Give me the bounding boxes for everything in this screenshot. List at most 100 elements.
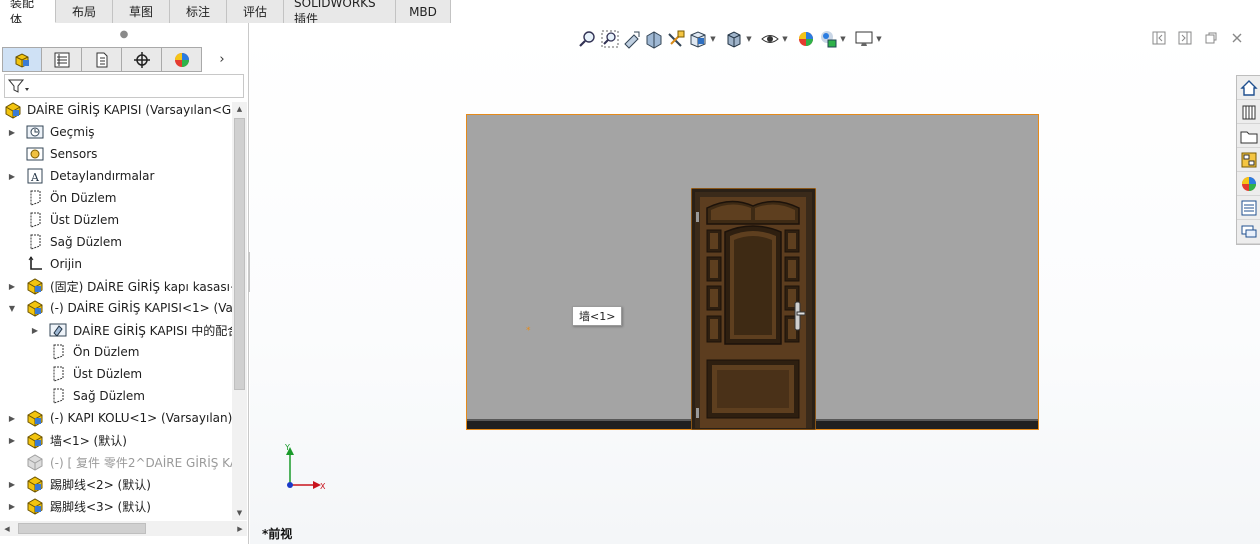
more-tabs-button[interactable]: › <box>202 47 242 72</box>
display-manager-tab[interactable] <box>162 47 202 72</box>
apply-scene-button[interactable] <box>817 28 839 50</box>
tree-item[interactable]: (-) [ 复件 零件2^DAİRE GİRİŞ KA <box>0 451 233 473</box>
view-name-label: *前视 <box>262 527 293 541</box>
hide-show-items-button[interactable] <box>759 28 781 50</box>
tree-item[interactable]: ▶ Geçmiş <box>0 121 233 143</box>
property-manager-tab[interactable] <box>42 47 82 72</box>
display-style-button[interactable] <box>723 28 745 50</box>
edit-appearance-button[interactable] <box>795 28 817 50</box>
view-orientation-button[interactable] <box>687 28 709 50</box>
dimxpert-manager-tab[interactable] <box>122 47 162 72</box>
scroll-left-arrow-icon[interactable]: ◀ <box>0 521 14 536</box>
expand-arrow-icon[interactable]: ▶ <box>7 436 17 445</box>
tree-item[interactable]: Üst Düzlem <box>0 363 233 385</box>
scroll-right-arrow-icon[interactable]: ▶ <box>233 521 247 536</box>
tree-item[interactable]: Ön Düzlem <box>0 187 233 209</box>
tree-item[interactable]: Üst Düzlem <box>0 209 233 231</box>
custom-properties-button[interactable] <box>1237 196 1260 220</box>
expand-arrow-icon[interactable]: ▶ <box>30 326 40 335</box>
tree-item[interactable]: ▶ A Detaylandırmalar <box>0 165 233 187</box>
zoom-to-fit-button[interactable] <box>577 28 599 50</box>
expand-arrow-icon[interactable]: ▶ <box>7 282 17 291</box>
dynamic-annotation-icon <box>668 30 685 47</box>
view-palette-button[interactable] <box>1237 148 1260 172</box>
home-icon <box>1239 79 1258 96</box>
scroll-down-arrow-icon[interactable]: ▼ <box>232 506 247 520</box>
view-settings-dropdown-icon[interactable]: ▼ <box>875 35 883 43</box>
solidworks-resources-button[interactable] <box>1237 76 1260 100</box>
vertical-scroll-thumb[interactable] <box>234 118 245 390</box>
appearance-sphere-icon <box>174 52 189 67</box>
zoom-to-area-button[interactable] <box>599 28 621 50</box>
tree-item[interactable]: ▶ (固定) DAİRE GİRİŞ kapı kasası< <box>0 275 233 297</box>
scene-dropdown-icon[interactable]: ▼ <box>839 35 847 43</box>
tree-item[interactable]: Orijin <box>0 253 233 275</box>
tree-item-label: Üst Düzlem <box>50 213 120 227</box>
origin-icon <box>26 255 44 273</box>
tree-item[interactable]: Sağ Düzlem <box>0 231 233 253</box>
component-icon <box>26 299 44 317</box>
tree-item[interactable]: Sensors <box>0 143 233 165</box>
design-library-icon <box>1242 105 1255 119</box>
tree-vertical-scrollbar[interactable]: ▲ ▼ <box>232 102 247 520</box>
display-style-dropdown-icon[interactable]: ▼ <box>745 35 753 43</box>
hide-show-dropdown-icon[interactable]: ▼ <box>781 35 789 43</box>
wall-model[interactable] <box>466 114 1039 430</box>
expand-arrow-icon[interactable]: ▶ <box>7 480 17 489</box>
design-library-button[interactable] <box>1237 100 1260 124</box>
tree-item-label: Sağ Düzlem <box>50 235 122 249</box>
configuration-manager-tab[interactable] <box>82 47 122 72</box>
tree-item[interactable]: ▶ 踢脚线<3> (默认) <box>0 495 233 517</box>
section-view-button[interactable] <box>643 28 665 50</box>
tree-item-label: Sensors <box>50 147 98 161</box>
tree-item[interactable]: ▶ DAİRE GİRİŞ KAPISI 中的配合 <box>0 319 233 341</box>
tree-item-label: (-) KAPI KOLU<1> (Varsayılan) <box>50 411 233 425</box>
panel-drag-handle[interactable]: ● <box>0 23 248 45</box>
tree-item[interactable]: ▼ (-) DAİRE GİRİŞ KAPISI<1> (Var <box>0 297 233 319</box>
tree-item[interactable]: Sağ Düzlem <box>0 385 233 407</box>
view-settings-button[interactable] <box>853 28 875 50</box>
expand-arrow-icon[interactable]: ▶ <box>7 414 17 423</box>
door-model[interactable] <box>691 188 816 430</box>
tile-left-button[interactable] <box>1146 29 1172 47</box>
baseboard-left[interactable] <box>467 419 692 429</box>
horizontal-scroll-thumb[interactable] <box>18 523 146 534</box>
tab-solidworks-addins[interactable]: SOLIDWORKS 插件 <box>284 0 396 26</box>
tab-markup[interactable]: 标注 <box>170 0 227 23</box>
graphics-area[interactable]: ▼ ▼ ▼ ▼ ▼ * 墙<1> Y X *前视 <box>250 23 1260 544</box>
forum-button[interactable] <box>1237 220 1260 244</box>
collapse-arrow-icon[interactable]: ▼ <box>7 304 17 313</box>
previous-view-button[interactable] <box>621 28 643 50</box>
tree-item[interactable]: ▶ 墙<1> (默认) <box>0 429 233 451</box>
tab-layout[interactable]: 布局 <box>56 0 113 23</box>
expand-arrow-icon[interactable]: ▶ <box>7 172 17 181</box>
feature-manager-tab[interactable] <box>2 47 42 72</box>
baseboard-right[interactable] <box>816 419 1038 429</box>
tree-item[interactable]: ▶ 踢脚线<2> (默认) <box>0 473 233 495</box>
tile-right-button[interactable] <box>1172 29 1198 47</box>
tree-item[interactable]: ▶ (-) KAPI KOLU<1> (Varsayılan) <box>0 407 233 429</box>
appearance-icon <box>799 32 813 46</box>
expand-arrow-icon[interactable]: ▶ <box>7 128 17 137</box>
feature-tree: DAİRE GİRİŞ KAPISI (Varsayılan<G ▶ Geçmiş… <box>0 99 233 519</box>
tree-item[interactable]: Ön Düzlem <box>0 341 233 363</box>
tree-filter-bar[interactable] <box>4 74 244 98</box>
scroll-up-arrow-icon[interactable]: ▲ <box>232 102 247 116</box>
suppressed-component-icon <box>26 453 44 471</box>
tab-mbd[interactable]: MBD <box>396 0 451 23</box>
svg-text:A: A <box>30 171 40 184</box>
tab-sketch[interactable]: 草图 <box>113 0 170 23</box>
tab-assembly[interactable]: 装配体 <box>0 0 56 27</box>
restore-window-button[interactable] <box>1198 29 1224 47</box>
tab-evaluate[interactable]: 评估 <box>227 0 284 23</box>
task-pane-tabs <box>1236 75 1260 245</box>
tree-root[interactable]: DAİRE GİRİŞ KAPISI (Varsayılan<G <box>0 99 233 121</box>
dynamic-annotation-button[interactable] <box>665 28 687 50</box>
expand-arrow-icon[interactable]: ▶ <box>7 502 17 511</box>
appearances-scenes-button[interactable] <box>1237 172 1260 196</box>
tree-horizontal-scrollbar[interactable]: ◀ ▶ <box>0 521 247 536</box>
file-explorer-button[interactable] <box>1237 124 1260 148</box>
tree-item-label: Geçmiş <box>50 125 95 139</box>
view-orientation-dropdown-icon[interactable]: ▼ <box>709 35 717 43</box>
close-window-button[interactable] <box>1224 29 1250 47</box>
